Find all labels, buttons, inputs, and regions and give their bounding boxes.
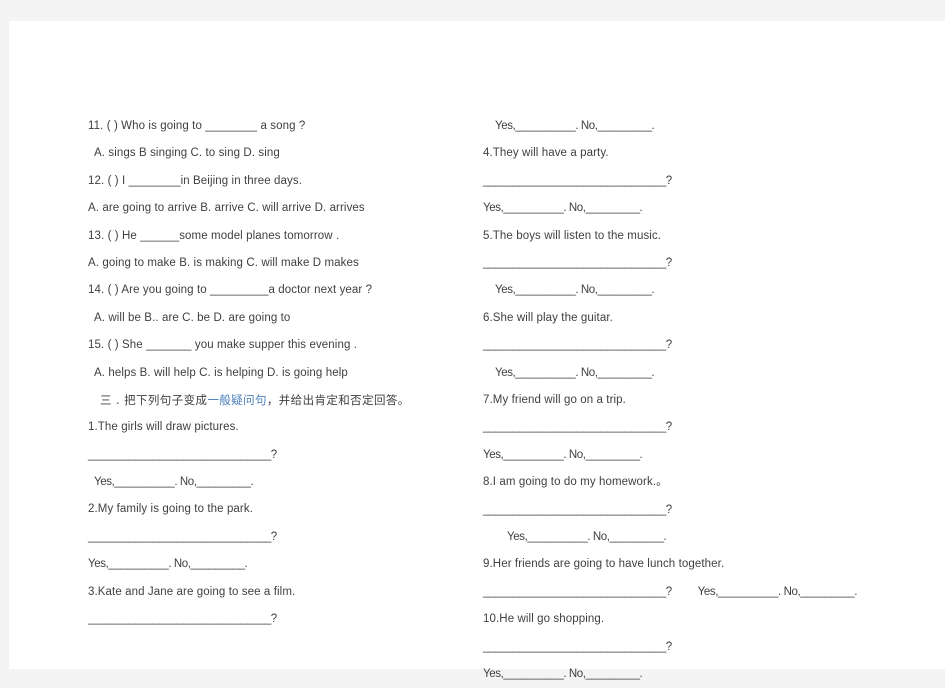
question-15-stem: 15. ( ) She _______ you make supper this…	[88, 339, 358, 352]
exercise-4-sentence: 4.They will have a party.	[483, 147, 609, 160]
question-14-stem: 14. ( ) Are you going to _________a doct…	[88, 284, 373, 297]
exercise-6-sentence: 6.She will play the guitar.	[483, 311, 613, 324]
exercise-2-answer-line[interactable]: _______________________________?	[88, 524, 277, 551]
exercise-10-yes-no[interactable]: Yes,__________. No,_________.	[483, 661, 913, 688]
question-13-stem: 13. ( ) He ______some model planes tomor…	[88, 229, 340, 242]
exercise-1-answer-line[interactable]: _______________________________?	[88, 442, 277, 469]
exercise-10-answer-line[interactable]: _______________________________?	[483, 634, 672, 661]
question-11-stem: 11. ( ) Who is going to ________ a song …	[88, 120, 306, 132]
question-15-options: A. helps B. will help C. is helping D. i…	[94, 366, 348, 379]
document-content: 11. ( ) Who is going to ________ a song …	[9, 21, 945, 680]
left-column: 11. ( ) Who is going to ________ a song …	[88, 113, 448, 633]
exercise-9-answer-row: _______________________________? Yes,____…	[483, 579, 913, 606]
exercise-3-answer-line[interactable]: _______________________________?	[88, 606, 277, 633]
exercise-5-sentence: 5.The boys will listen to the music.	[483, 229, 662, 242]
section-heading-highlight: 一般疑问句	[207, 392, 267, 407]
question-14-options: A. will be B.. are C. be D. are going to	[94, 311, 291, 324]
exercise-5-yes-no[interactable]: Yes,__________. No,_________.	[483, 277, 913, 304]
exercise-10-sentence: 10.He will go shopping.	[483, 613, 605, 626]
exercise-4-yes-no[interactable]: Yes,__________. No,_________.	[483, 195, 913, 222]
document-page: 11. ( ) Who is going to ________ a song …	[9, 21, 945, 680]
exercise-9-answer-line[interactable]: _______________________________?	[483, 579, 672, 606]
section-three-heading: 三 . 把下列句子变成一般疑问句，并给出肯定和否定回答。	[88, 387, 448, 414]
right-column: Yes,__________. No,_________. 4.They wil…	[483, 113, 913, 688]
exercise-1-yes-no[interactable]: Yes,__________. No,_________.	[88, 469, 448, 496]
exercise-6-yes-no[interactable]: Yes,__________. No,_________.	[483, 360, 913, 387]
question-12-stem: 12. ( ) I ________in Beijing in three da…	[88, 174, 302, 187]
exercise-8-answer-line[interactable]: _______________________________?	[483, 497, 672, 524]
exercise-2-yes-no[interactable]: Yes,__________. No,_________.	[88, 551, 448, 578]
exercise-7-sentence: 7.My friend will go on a trip.	[483, 393, 626, 406]
exercise-6-answer-line[interactable]: _______________________________?	[483, 332, 672, 359]
section-heading-prefix: 三 . 把下列句子变成	[100, 392, 208, 407]
exercise-7-answer-line[interactable]: _______________________________?	[483, 414, 672, 441]
exercise-8-yes-no[interactable]: Yes,__________. No,_________.	[483, 524, 913, 551]
exercise-5-answer-line[interactable]: _______________________________?	[483, 250, 672, 277]
exercise-3-sentence: 3.Kate and Jane are going to see a film.	[88, 585, 296, 598]
exercise-4-answer-line[interactable]: _______________________________?	[483, 168, 672, 195]
exercise-1-sentence: 1.The girls will draw pictures.	[88, 421, 239, 434]
exercise-3-yes-no[interactable]: Yes,__________. No,_________.	[483, 113, 913, 140]
question-11-options: A. sings B singing C. to sing D. sing	[94, 147, 280, 160]
exercise-8-sentence: 8.I am going to do my homework.。	[483, 476, 668, 489]
exercise-2-sentence: 2.My family is going to the park.	[88, 503, 254, 516]
exercise-7-yes-no[interactable]: Yes,__________. No,_________.	[483, 442, 913, 469]
exercise-9-yes-no[interactable]: Yes,__________. No,_________.	[698, 586, 858, 598]
question-12-options: A. are going to arrive B. arrive C. will…	[88, 202, 365, 215]
section-heading-suffix: ，并给出肯定和否定回答。	[266, 392, 410, 407]
exercise-9-sentence: 9.Her friends are going to have lunch to…	[483, 558, 725, 571]
question-13-options: A. going to make B. is making C. will ma…	[88, 256, 359, 269]
